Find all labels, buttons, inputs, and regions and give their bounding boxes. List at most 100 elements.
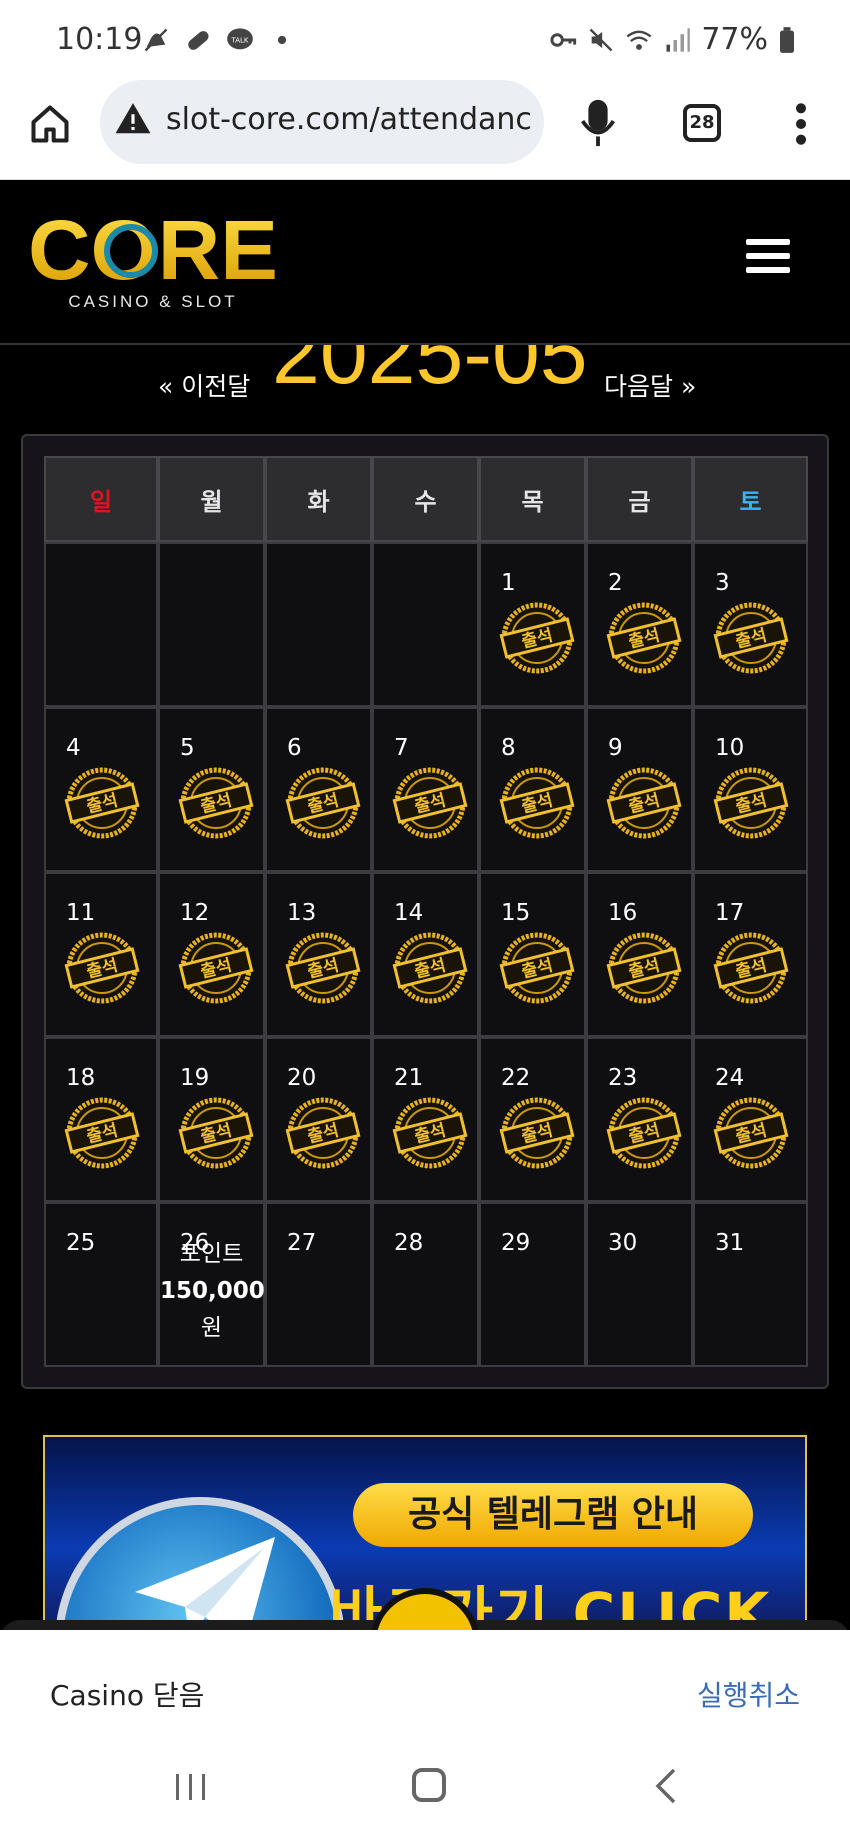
calendar-day-cell[interactable]: 3 출석: [693, 542, 808, 707]
calendar-day-cell[interactable]: 29: [479, 1202, 586, 1367]
points-reward-line: 원: [200, 1315, 223, 1341]
calendar-day-cell[interactable]: 30: [586, 1202, 693, 1367]
attendance-stamp-icon: 출석: [497, 1093, 577, 1173]
calendar-day-cell[interactable]: 27: [265, 1202, 372, 1367]
day-number: 2: [608, 570, 623, 596]
attendance-stamp-icon: 출석: [176, 928, 256, 1008]
day-number: 27: [287, 1230, 317, 1256]
svg-text:CASINO & SLOT: CASINO & SLOT: [68, 292, 237, 311]
attendance-calendar: 일월화수목금토 1 출석 2 출석 3 출석 4 출석 5 출석 6 출석 7 출석 8 출석 9 출석 10 출석 1…: [21, 434, 829, 1389]
calendar-day-cell[interactable]: 14 출석: [372, 872, 479, 1037]
attendance-stamp-icon: 출석: [711, 598, 791, 678]
day-number: 25: [66, 1230, 96, 1256]
day-number: 20: [287, 1065, 317, 1091]
day-number: 8: [501, 735, 516, 761]
hamburger-menu-icon[interactable]: [746, 239, 790, 279]
mic-icon[interactable]: [580, 98, 616, 148]
attendance-stamp-icon: 출석: [497, 763, 577, 843]
calendar-day-cell[interactable]: 10 출석: [693, 707, 808, 872]
calendar-day-cell[interactable]: 20 출석: [265, 1037, 372, 1202]
snackbar: Casino 닫음 실행취소: [0, 1630, 850, 1842]
weekday-header-cell: 금: [586, 456, 693, 542]
calendar-day-cell[interactable]: 31: [693, 1202, 808, 1367]
calendar-day-cell[interactable]: 24 출석: [693, 1037, 808, 1202]
url-text[interactable]: slot-core.com/attendanc: [166, 102, 536, 137]
calendar-day-cell[interactable]: 21 출석: [372, 1037, 479, 1202]
day-number: 11: [66, 900, 96, 926]
battery-percent: 77%: [701, 22, 768, 57]
telegram-plane-icon: [135, 1537, 275, 1623]
day-number: 28: [394, 1230, 424, 1256]
calendar-day-cell[interactable]: 1 출석: [479, 542, 586, 707]
attendance-stamp-icon: 출석: [604, 1093, 684, 1173]
calendar-day-cell[interactable]: 5 출석: [158, 707, 265, 872]
address-bar[interactable]: slot-core.com/attendanc: [100, 80, 544, 164]
calendar-day-cell[interactable]: 2 출석: [586, 542, 693, 707]
more-options-icon[interactable]: [794, 102, 808, 146]
calendar-day-cell[interactable]: 12 출석: [158, 872, 265, 1037]
back-icon[interactable]: [654, 1768, 678, 1804]
not-secure-warning-icon[interactable]: [114, 100, 152, 138]
weekday-header: 일월화수목금토: [44, 456, 808, 542]
calendar-day-cell[interactable]: 6 출석: [265, 707, 372, 872]
attendance-stamp-icon: 출석: [711, 928, 791, 1008]
calendar-day-cell[interactable]: 15 출석: [479, 872, 586, 1037]
calendar-week-row: 11 출석 12 출석 13 출석 14 출석 15 출석 16 출석 17 출석: [44, 872, 808, 1037]
calendar-day-cell[interactable]: 26 포인트 150,000 원: [158, 1202, 265, 1367]
talk-icon: TALK: [227, 28, 253, 50]
attendance-stamp-icon: 출석: [283, 763, 363, 843]
system-nav-bar: [0, 1750, 850, 1842]
calendar-grid: 일월화수목금토 1 출석 2 출석 3 출석 4 출석 5 출석 6 출석 7 출석 8 출석 9 출석 10 출석 1…: [44, 456, 808, 1367]
calendar-day-cell[interactable]: 19 출석: [158, 1037, 265, 1202]
calendar-day-cell[interactable]: 8 출석: [479, 707, 586, 872]
tab-switcher-button[interactable]: 28: [683, 104, 721, 142]
wifi-icon: [626, 30, 652, 50]
signal-icon: [666, 27, 691, 52]
day-number: 29: [501, 1230, 531, 1256]
calendar-day-cell[interactable]: 25: [44, 1202, 158, 1367]
undo-button[interactable]: 실행취소: [697, 1674, 800, 1714]
weekday-header-cell: 월: [158, 456, 265, 542]
dot-icon: [277, 35, 287, 45]
home-nav-icon[interactable]: [412, 1768, 446, 1802]
battery-icon: [780, 26, 794, 53]
day-number: 10: [715, 735, 745, 761]
home-icon[interactable]: [28, 102, 72, 146]
weekday-header-cell: 토: [693, 456, 808, 542]
calendar-empty-cell: [158, 542, 265, 707]
attendance-stamp-icon: 출석: [497, 928, 577, 1008]
calendar-day-cell[interactable]: 22 출석: [479, 1037, 586, 1202]
attendance-stamp-icon: 출석: [176, 763, 256, 843]
next-month-link[interactable]: 다음달 »: [604, 367, 696, 403]
recent-apps-icon[interactable]: [174, 1772, 208, 1802]
calendar-day-cell[interactable]: 13 출석: [265, 872, 372, 1037]
core-casino-logo[interactable]: CORE CASINO & SLOT: [28, 211, 278, 311]
calendar-day-cell[interactable]: 17 출석: [693, 872, 808, 1037]
prev-month-link[interactable]: « 이전달: [158, 367, 250, 403]
banner-headline: 공식 텔레그램 안내: [353, 1483, 753, 1547]
calendar-day-cell[interactable]: 7 출석: [372, 707, 479, 872]
calendar-day-cell[interactable]: 18 출석: [44, 1037, 158, 1202]
calendar-week-row: 1 출석 2 출석 3 출석: [44, 542, 808, 707]
calendar-day-cell[interactable]: 23 출석: [586, 1037, 693, 1202]
attendance-stamp-icon: 출석: [176, 1093, 256, 1173]
calendar-day-cell[interactable]: 16 출석: [586, 872, 693, 1037]
snackbar-message: Casino 닫음: [50, 1679, 205, 1712]
calendar-day-cell[interactable]: 4 출석: [44, 707, 158, 872]
attendance-stamp-icon: 출석: [62, 928, 142, 1008]
calendar-day-cell[interactable]: 28: [372, 1202, 479, 1367]
calendar-day-cell[interactable]: 11 출석: [44, 872, 158, 1037]
points-reward-line: 150,000: [160, 1278, 265, 1304]
points-reward-line: 포인트: [179, 1241, 244, 1267]
calendar-day-cell[interactable]: 9 출석: [586, 707, 693, 872]
calendar-week-row: 4 출석 5 출석 6 출석 7 출석 8 출석 9 출석 10 출석: [44, 707, 808, 872]
day-number: 15: [501, 900, 531, 926]
day-number: 31: [715, 1230, 745, 1256]
day-number: 21: [394, 1065, 424, 1091]
calendar-week-row: 18 출석 19 출석 20 출석 21 출석 22 출석 23 출석 24 출석: [44, 1037, 808, 1202]
attendance-stamp-icon: 출석: [390, 763, 470, 843]
mute-icon: [589, 28, 613, 51]
attendance-stamp-icon: 출석: [497, 598, 577, 678]
day-number: 18: [66, 1065, 96, 1091]
attendance-stamp-icon: 출석: [62, 1093, 142, 1173]
